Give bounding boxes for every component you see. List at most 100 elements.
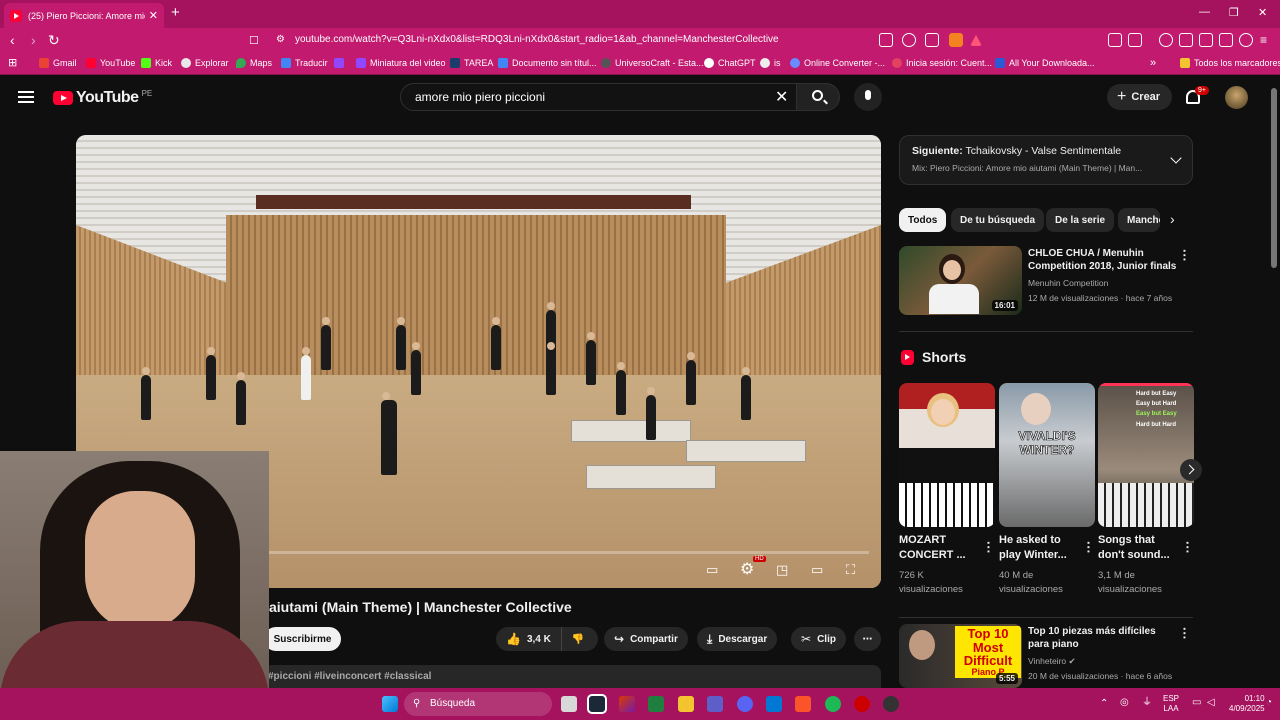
- chip-de-tu-busqueda[interactable]: De tu búsqueda: [951, 208, 1045, 232]
- channel-name[interactable]: Vinheteiro ✔: [1028, 656, 1076, 667]
- more-vertical-icon[interactable]: ···: [1180, 541, 1195, 554]
- search-button[interactable]: [796, 83, 840, 111]
- app-icon[interactable]: [854, 696, 870, 712]
- bookmark-maps[interactable]: Maps: [236, 58, 272, 68]
- browser-tab[interactable]: (25) Piero Piccioni: Amore mio aiutami (…: [4, 3, 164, 28]
- all-bookmarks-folder[interactable]: Todos los marcadores: [1180, 58, 1280, 68]
- bookmark-youtube[interactable]: YouTube: [86, 58, 135, 68]
- site-info-icon[interactable]: ⚙: [276, 34, 285, 45]
- bookmark-chatgpt[interactable]: ChatGPT: [704, 58, 756, 68]
- scrollbar[interactable]: [1271, 88, 1277, 268]
- short-title[interactable]: Songs that don't sound...: [1098, 533, 1178, 563]
- bookmark-twitch[interactable]: [334, 58, 348, 68]
- short-thumbnail[interactable]: [899, 383, 995, 527]
- obs-icon[interactable]: [883, 696, 899, 712]
- bookmark-kick[interactable]: Kick: [141, 58, 172, 68]
- bookmark-inicia-sesion[interactable]: Inicia sesión: Cuent...: [892, 58, 992, 68]
- more-vertical-icon[interactable]: ···: [1177, 627, 1192, 640]
- volume-icon[interactable]: ◁: [1207, 696, 1215, 709]
- fullscreen-icon[interactable]: ⛶: [846, 562, 855, 578]
- teams-icon[interactable]: [707, 696, 723, 712]
- account-avatar[interactable]: [1225, 86, 1248, 109]
- url-input[interactable]: youtube.com/watch?v=Q3Lni-nXdx0&list=RDQ…: [295, 34, 779, 45]
- hamburger-menu-icon[interactable]: [18, 91, 34, 103]
- reload-icon[interactable]: ↻: [48, 32, 60, 49]
- close-window-icon[interactable]: ✕: [1258, 6, 1267, 19]
- video-title[interactable]: CHLOE CHUA / Menuhin Competition 2018, J…: [1028, 247, 1178, 273]
- notifications-icon[interactable]: ◔: [1266, 696, 1272, 709]
- cast-icon[interactable]: [879, 33, 893, 47]
- leo-ai-icon[interactable]: [1219, 33, 1233, 47]
- discord-icon[interactable]: [737, 696, 753, 712]
- voice-search-button[interactable]: [854, 83, 882, 111]
- extensions-icon[interactable]: [1108, 33, 1122, 47]
- bookmark-is[interactable]: is: [760, 58, 781, 68]
- minecraft-icon[interactable]: [648, 696, 664, 712]
- new-tab-icon[interactable]: +: [171, 4, 180, 21]
- short-title[interactable]: MOZART CONCERT ...: [899, 533, 979, 563]
- more-vertical-icon[interactable]: ···: [981, 541, 996, 554]
- chip-todos[interactable]: Todos: [899, 208, 947, 232]
- office-icon[interactable]: [619, 696, 635, 712]
- short-thumbnail[interactable]: VIVALDI'S WINTER?: [999, 383, 1095, 527]
- back-icon[interactable]: ‹: [10, 32, 15, 48]
- microphone-icon[interactable]: ⏚: [1142, 696, 1152, 709]
- video-thumbnail[interactable]: Top 10 Most Difficult Piano P 5:55: [899, 624, 1022, 688]
- vpn-icon[interactable]: [1239, 33, 1253, 47]
- close-tab-icon[interactable]: ✕: [149, 9, 158, 22]
- more-bookmarks-icon[interactable]: »: [1150, 57, 1156, 69]
- file-explorer-icon[interactable]: [678, 696, 694, 712]
- shorts-next-button[interactable]: [1180, 459, 1202, 481]
- task-view-icon[interactable]: [561, 696, 577, 712]
- chips-next-icon[interactable]: ›: [1170, 211, 1175, 227]
- sidebar-icon[interactable]: [1179, 33, 1193, 47]
- display-icon[interactable]: ▭: [1192, 696, 1201, 709]
- dislike-button[interactable]: 👎: [562, 634, 594, 645]
- bookmark-traducir[interactable]: Traducir: [281, 58, 328, 68]
- bookmark-online-converter[interactable]: Online Converter -...: [790, 58, 885, 68]
- outlook-icon[interactable]: [766, 696, 782, 712]
- short-thumbnail[interactable]: Hard but Easy Easy but Hard Easy but Eas…: [1098, 383, 1194, 527]
- miniplayer-icon[interactable]: ◳: [776, 562, 788, 578]
- video-thumbnail[interactable]: 16:01: [899, 246, 1022, 315]
- more-vertical-icon[interactable]: ···: [1081, 541, 1096, 554]
- media-icon[interactable]: [1159, 33, 1173, 47]
- bookmark-downloads[interactable]: All Your Downloada...: [995, 58, 1095, 68]
- bookmark-icon[interactable]: ☐: [249, 34, 259, 47]
- settings-gear-icon[interactable]: ⚙: [740, 559, 754, 579]
- subscribe-button[interactable]: Suscribirme: [264, 627, 341, 651]
- bookmark-gmail[interactable]: Gmail: [39, 58, 77, 68]
- recommended-video[interactable]: 16:01 CHLOE CHUA / Menuhin Competition 2…: [899, 246, 1193, 316]
- share-button[interactable]: ↪ Compartir: [604, 627, 688, 651]
- show-hidden-icons-icon[interactable]: ⌃: [1100, 697, 1108, 710]
- bookmark-tarea[interactable]: TAREA: [450, 58, 493, 68]
- apps-grid-icon[interactable]: ⊞: [8, 56, 17, 69]
- bookmark-miniatura[interactable]: Miniatura del video: [356, 58, 446, 68]
- steam-icon[interactable]: [587, 694, 607, 714]
- forward-icon[interactable]: ›: [31, 32, 36, 48]
- menu-icon[interactable]: ≡: [1260, 33, 1267, 47]
- zoom-icon[interactable]: [902, 33, 916, 47]
- brave-shield-icon[interactable]: [949, 33, 963, 47]
- search-input[interactable]: amore mio piero piccioni: [400, 83, 797, 111]
- clock[interactable]: 01:10 4/09/2025: [1229, 694, 1265, 715]
- subtitles-icon[interactable]: ▭: [706, 562, 718, 578]
- minimize-icon[interactable]: —: [1199, 6, 1210, 18]
- bookmark-universocraft[interactable]: UniversoCraft - Esta...: [601, 58, 704, 68]
- youtube-logo[interactable]: YouTube PE: [53, 89, 152, 107]
- video-title[interactable]: Top 10 piezas más difíciles para piano: [1028, 625, 1178, 651]
- theater-mode-icon[interactable]: ▭: [811, 562, 823, 578]
- download-button[interactable]: ⤓ Descargar: [697, 627, 778, 651]
- bookmark-documento[interactable]: Documento sin títul...: [498, 58, 597, 68]
- short-title[interactable]: He asked to play Winter...: [999, 533, 1079, 563]
- network-icon[interactable]: ◎: [1120, 696, 1129, 709]
- channel-name[interactable]: Menuhin Competition: [1028, 278, 1108, 288]
- wallet-icon[interactable]: [1128, 33, 1142, 47]
- more-vertical-icon[interactable]: ···: [1177, 249, 1192, 262]
- recommended-video[interactable]: Top 10 Most Difficult Piano P 5:55 Top 1…: [899, 624, 1193, 688]
- playlist-next-panel[interactable]: Siguiente: Tchaikovsky - Valse Sentiment…: [899, 135, 1193, 185]
- windows-start-icon[interactable]: [382, 696, 398, 712]
- restore-icon[interactable]: ❐: [1229, 6, 1239, 19]
- chip-de-la-serie[interactable]: De la serie: [1046, 208, 1115, 232]
- description-box[interactable]: #piccioni #liveinconcert #classical: [264, 665, 881, 689]
